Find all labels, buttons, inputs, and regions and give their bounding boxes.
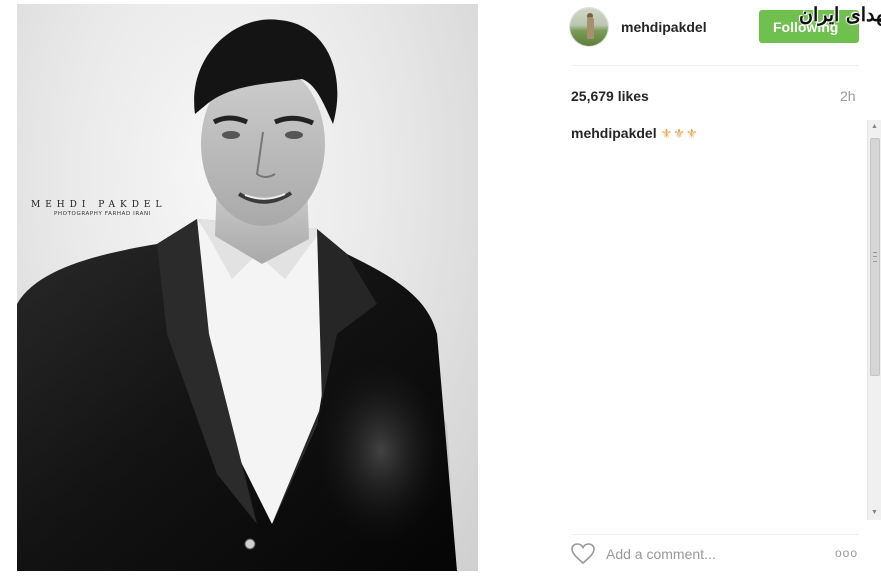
avatar[interactable] bbox=[570, 8, 608, 46]
comment-divider bbox=[571, 534, 859, 535]
watermark-name: MEHDI PAKDEL bbox=[31, 200, 167, 210]
caption-username[interactable]: mehdipakdel bbox=[571, 125, 657, 141]
scroll-grip-icon bbox=[873, 252, 877, 262]
caption-text: ⚜⚜⚜ bbox=[660, 126, 699, 141]
scroll-thumb[interactable] bbox=[870, 138, 880, 376]
likes-count[interactable]: 25,679 likes bbox=[571, 88, 649, 104]
overlay-logo: شهدای ایران bbox=[799, 4, 881, 26]
post-photo[interactable]: MEHDI PAKDEL PHOTOGRAPHY FARHAD IRANI bbox=[17, 4, 478, 571]
header-divider bbox=[571, 65, 859, 66]
watermark-credit: PHOTOGRAPHY FARHAD IRANI bbox=[54, 211, 151, 217]
caption: mehdipakdel ⚜⚜⚜ bbox=[571, 125, 699, 142]
portrait-image bbox=[17, 19, 457, 571]
post-time[interactable]: 2h bbox=[840, 88, 856, 104]
heart-icon[interactable] bbox=[571, 543, 595, 570]
scroll-down-icon[interactable]: ▼ bbox=[868, 506, 881, 520]
scroll-up-icon[interactable]: ▲ bbox=[868, 120, 881, 134]
more-options-icon[interactable]: ooo bbox=[835, 546, 858, 560]
username-link[interactable]: mehdipakdel bbox=[621, 19, 707, 35]
comments-scrollbar[interactable]: ▲ ▼ bbox=[867, 120, 881, 520]
comment-input[interactable] bbox=[606, 544, 816, 564]
